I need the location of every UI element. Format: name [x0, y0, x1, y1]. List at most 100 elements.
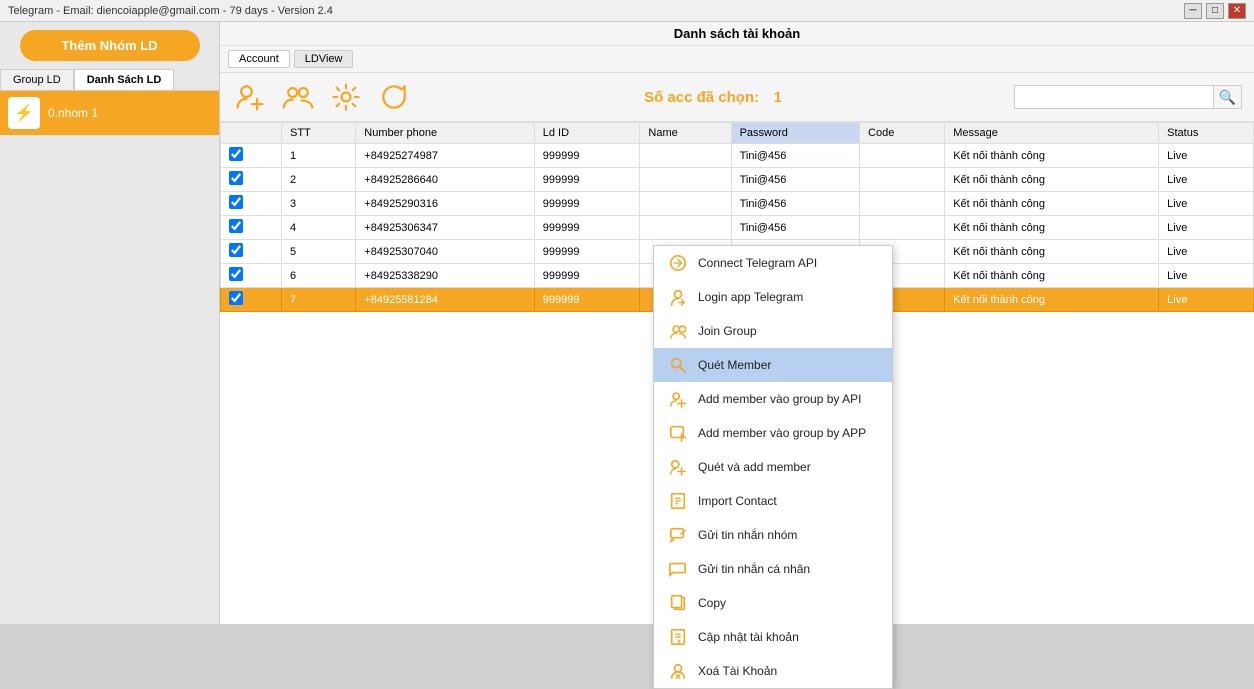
row-status: Live [1159, 240, 1254, 264]
search-button[interactable]: 🔍 [1214, 85, 1242, 109]
add-group-button[interactable]: Thêm Nhóm LD [20, 30, 200, 61]
row-checkbox-cell[interactable] [221, 264, 282, 288]
sidebar-tabs: Group LD Danh Sách LD [0, 69, 219, 91]
page-title: Danh sách tài khoản [220, 22, 1254, 46]
row-phone: +84925338290 [356, 264, 534, 288]
ctx-label-cap-nhat: Cập nhật tài khoản [698, 630, 799, 644]
sidebar: Thêm Nhóm LD Group LD Danh Sách LD ⚡ 0.n… [0, 22, 220, 624]
settings-icon[interactable] [328, 79, 364, 115]
search-area: 🔍 [1014, 85, 1242, 109]
ctx-item-xoa-tai-khoan[interactable]: Xoá Tài Khoản [654, 654, 892, 688]
row-stt: 6 [281, 264, 355, 288]
maximize-button[interactable]: □ [1206, 3, 1224, 19]
minimize-button[interactable]: ─ [1184, 3, 1202, 19]
ctx-icon-join-group [668, 321, 688, 341]
ctx-label-gui-tin-nhan-ca-nhan: Gửi tin nhắn cá nhân [698, 562, 810, 576]
close-button[interactable]: ✕ [1228, 3, 1246, 19]
row-message: Kết nối thành công [945, 240, 1159, 264]
ctx-label-gui-tin-nhan-nhom: Gửi tin nhắn nhóm [698, 528, 797, 542]
ctx-icon-quet-add [668, 457, 688, 477]
ctx-item-login-app-telegram[interactable]: Login app Telegram [654, 280, 892, 314]
row-message: Kết nối thành công [945, 192, 1159, 216]
row-message: Kết nối thành công [945, 168, 1159, 192]
row-checkbox-cell[interactable] [221, 192, 282, 216]
search-input[interactable] [1014, 85, 1214, 109]
row-checkbox-cell[interactable] [221, 216, 282, 240]
acc-count-value: 1 [774, 89, 782, 106]
row-stt: 7 [281, 288, 355, 312]
app-container: Thêm Nhóm LD Group LD Danh Sách LD ⚡ 0.n… [0, 22, 1254, 624]
ctx-item-quet-add[interactable]: Quét và add member [654, 450, 892, 484]
row-stt: 1 [281, 144, 355, 168]
row-checkbox-cell[interactable] [221, 144, 282, 168]
row-phone: +84925274987 [356, 144, 534, 168]
row-ldid: 999999 [534, 192, 640, 216]
col-password: Password [731, 123, 859, 144]
table-header-row: STT Number phone Ld ID Name Password Cod… [221, 123, 1254, 144]
table-row[interactable]: 3 +84925290316 999999 Tini@456 Kết nối t… [221, 192, 1254, 216]
ctx-label-xoa-tai-khoan: Xoá Tài Khoản [698, 664, 777, 678]
ctx-icon-gui-tin-nhan-ca-nhan [668, 559, 688, 579]
table-row[interactable]: 1 +84925274987 999999 Tini@456 Kết nối t… [221, 144, 1254, 168]
ctx-item-add-member-api[interactable]: Add member vào group by API [654, 382, 892, 416]
row-stt: 2 [281, 168, 355, 192]
ctx-item-copy[interactable]: Copy [654, 586, 892, 620]
refresh-icon[interactable] [376, 79, 412, 115]
table-row[interactable]: 2 +84925286640 999999 Tini@456 Kết nối t… [221, 168, 1254, 192]
col-message: Message [945, 123, 1159, 144]
row-message: Kết nối thành công [945, 288, 1159, 312]
row-code [860, 216, 945, 240]
ctx-label-join-group: Join Group [698, 324, 757, 338]
row-message: Kết nối thành công [945, 216, 1159, 240]
row-name [640, 192, 731, 216]
ctx-label-quet-member: Quét Member [698, 358, 771, 372]
row-phone: +84925286640 [356, 168, 534, 192]
ctx-item-connect-telegram-api[interactable]: Connect Telegram API [654, 246, 892, 280]
col-checkbox [221, 123, 282, 144]
row-checkbox-cell[interactable] [221, 288, 282, 312]
row-code [860, 192, 945, 216]
row-phone: +84925290316 [356, 192, 534, 216]
ctx-icon-gui-tin-nhan-nhom [668, 525, 688, 545]
row-status: Live [1159, 288, 1254, 312]
title-bar: Telegram - Email: diencoiapple@gmail.com… [0, 0, 1254, 22]
ctx-icon-connect-telegram-api [668, 253, 688, 273]
row-password: Tini@456 [731, 144, 859, 168]
row-stt: 3 [281, 192, 355, 216]
sub-tabs-row: Account LDView [220, 46, 1254, 73]
row-phone: +84925306347 [356, 216, 534, 240]
toolbar: Số acc đã chọn: 1 🔍 [220, 73, 1254, 122]
ctx-label-login-app-telegram: Login app Telegram [698, 290, 803, 304]
tab-group-ld[interactable]: Group LD [0, 69, 74, 90]
ctx-icon-add-member-app [668, 423, 688, 443]
sub-tab-account[interactable]: Account [228, 50, 290, 68]
ctx-label-quet-add: Quét và add member [698, 460, 811, 474]
ctx-item-quet-member[interactable]: Quét Member [654, 348, 892, 382]
ctx-item-cap-nhat[interactable]: Cập nhật tài khoản [654, 620, 892, 654]
sub-tab-ldview[interactable]: LDView [294, 50, 354, 68]
ctx-label-connect-telegram-api: Connect Telegram API [698, 256, 817, 270]
group-icon-toolbar[interactable] [280, 79, 316, 115]
col-phone: Number phone [356, 123, 534, 144]
row-checkbox-cell[interactable] [221, 240, 282, 264]
row-ldid: 999999 [534, 144, 640, 168]
ctx-item-gui-tin-nhan-ca-nhan[interactable]: Gửi tin nhắn cá nhân [654, 552, 892, 586]
ctx-label-copy: Copy [698, 596, 726, 610]
row-ldid: 999999 [534, 264, 640, 288]
row-checkbox-cell[interactable] [221, 168, 282, 192]
table-row[interactable]: 4 +84925306347 999999 Tini@456 Kết nối t… [221, 216, 1254, 240]
ctx-item-add-member-app[interactable]: Add member vào group by APP [654, 416, 892, 450]
ctx-icon-quet-member [668, 355, 688, 375]
window-controls: ─ □ ✕ [1184, 3, 1246, 19]
tab-danh-sach-ld[interactable]: Danh Sách LD [74, 69, 175, 90]
group-item[interactable]: ⚡ 0.nhom 1 [0, 91, 219, 135]
add-user-icon[interactable] [232, 79, 268, 115]
ctx-item-join-group[interactable]: Join Group [654, 314, 892, 348]
row-stt: 5 [281, 240, 355, 264]
ctx-icon-import-contact [668, 491, 688, 511]
ctx-item-import-contact[interactable]: Import Contact [654, 484, 892, 518]
ctx-item-gui-tin-nhan-nhom[interactable]: Gửi tin nhắn nhóm [654, 518, 892, 552]
ctx-icon-login-app-telegram [668, 287, 688, 307]
row-status: Live [1159, 168, 1254, 192]
col-code: Code [860, 123, 945, 144]
